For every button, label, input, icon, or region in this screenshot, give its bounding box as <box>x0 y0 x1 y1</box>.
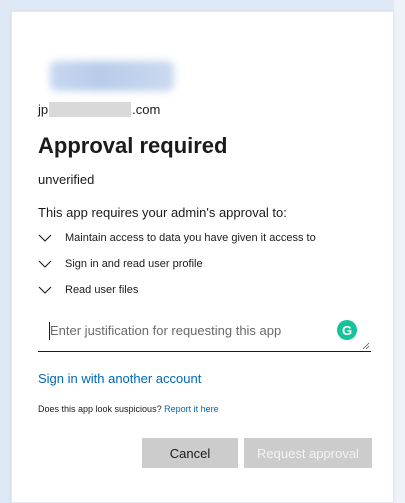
permission-intro: This app requires your admin's approval … <box>38 205 287 220</box>
approval-dialog <box>11 11 394 503</box>
page-title: Approval required <box>38 133 228 158</box>
permission-label: Maintain access to data you have given i… <box>65 232 316 244</box>
background-strip <box>394 0 405 503</box>
resize-handle-icon[interactable] <box>362 342 370 350</box>
email-redaction <box>49 102 132 117</box>
chevron-down-icon <box>38 286 52 294</box>
permission-label: Read user files <box>65 284 139 296</box>
request-approval-button[interactable]: Request approval <box>244 438 372 468</box>
justification-textarea[interactable]: Enter justification for requesting this … <box>38 316 371 352</box>
report-link[interactable]: Report it here <box>164 404 219 414</box>
app-verification-status: unverified <box>38 172 95 187</box>
cancel-button[interactable]: Cancel <box>142 438 238 468</box>
email-prefix: jp <box>38 102 49 117</box>
permission-label: Sign in and read user profile <box>65 258 203 270</box>
permission-item[interactable]: Maintain access to data you have given i… <box>38 232 316 244</box>
sign-in-another-account-link[interactable]: Sign in with another account <box>38 371 201 386</box>
chevron-down-icon <box>38 234 52 242</box>
suspicious-question: Does this app look suspicious? <box>38 404 162 414</box>
suspicious-notice: Does this app look suspicious? Report it… <box>38 404 219 414</box>
permission-item[interactable]: Sign in and read user profile <box>38 258 203 270</box>
grammarly-icon[interactable]: G <box>337 320 357 340</box>
chevron-down-icon <box>38 260 52 268</box>
email-suffix: .com <box>132 102 161 117</box>
justification-placeholder: Enter justification for requesting this … <box>50 323 282 338</box>
organization-logo <box>50 61 174 91</box>
account-email: jp .com <box>38 102 160 117</box>
permission-item[interactable]: Read user files <box>38 284 138 296</box>
